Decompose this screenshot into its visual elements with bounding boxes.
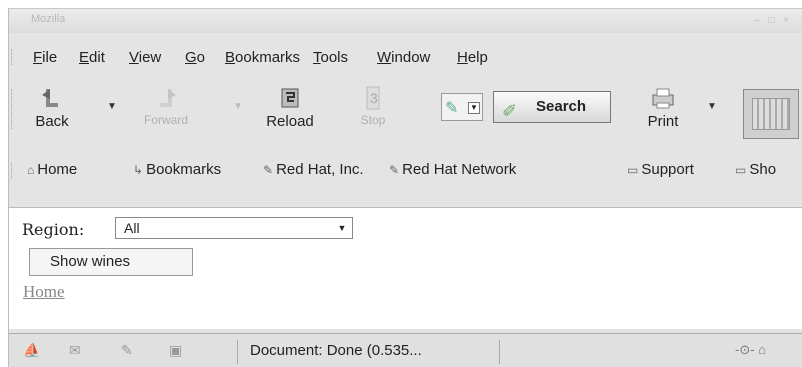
search-engine-selector[interactable]: ✎ ▼ [441, 93, 483, 121]
menu-window[interactable]: Window [377, 49, 430, 66]
pb-redhat-inc[interactable]: ✎ Red Hat, Inc. [263, 161, 364, 178]
composer-icon[interactable]: ✎ [121, 342, 133, 359]
menu-go[interactable]: Go [185, 49, 205, 66]
bookmarks-icon: ↳ [133, 163, 144, 177]
page-content: Region: All ▼ Show wines Home [9, 207, 802, 329]
status-bar: ⛵ ✉ ✎ ▣ Document: Done (0.535... -⊙- ⌂ [9, 333, 802, 367]
menu-bookmarks[interactable]: Bookmarks [225, 49, 300, 66]
pb-sho[interactable]: ▭ Sho [735, 161, 776, 178]
chevron-down-icon: ▼ [468, 102, 480, 114]
navigation-toolbar: Back ▼ Forward ▼ Reload 3 Stop ✎ ▼ ✐ Sea… [9, 75, 802, 155]
reload-icon [281, 88, 299, 108]
stop-icon: 3 [366, 86, 380, 110]
search-engine-icon: ✎ [445, 100, 459, 117]
search-icon: ✐ [502, 101, 518, 121]
progress-meter [499, 340, 719, 364]
back-button[interactable]: Back [29, 85, 75, 130]
link-icon: ✎ [263, 163, 274, 177]
window-controls[interactable]: – □ × [754, 15, 792, 26]
menu-file[interactable]: File [33, 49, 57, 66]
menu-bar: File Edit View Go Bookmarks Tools Window… [9, 45, 802, 71]
print-button[interactable]: Print [639, 85, 687, 130]
window-title: Mozilla [31, 13, 66, 25]
chevron-down-icon: ▼ [337, 223, 347, 233]
mozilla-logo-icon [752, 98, 790, 130]
pb-home[interactable]: ⌂ Home [27, 161, 77, 178]
navigator-icon[interactable]: ⛵ [23, 342, 40, 359]
forward-arrow-icon [160, 89, 176, 107]
toolbar-grip[interactable] [11, 49, 14, 65]
address-book-icon[interactable]: ▣ [169, 342, 182, 359]
throbber-logo[interactable] [743, 89, 799, 139]
search-button[interactable]: ✐ Search [493, 91, 611, 123]
printer-icon [652, 88, 674, 109]
pb-redhat-network[interactable]: ✎ Red Hat Network [389, 161, 516, 178]
toolbar-grip[interactable] [11, 89, 14, 129]
link-icon: ✎ [389, 163, 400, 177]
region-label: Region: [22, 220, 85, 239]
menu-help[interactable]: Help [457, 49, 488, 66]
title-bar: Mozilla – □ × [9, 9, 802, 33]
region-selected-value: All [124, 220, 140, 236]
personal-toolbar: ⌂ Home ↳ Bookmarks ✎ Red Hat, Inc. ✎ Red Hat… [9, 157, 802, 185]
menu-tools[interactable]: Tools [313, 49, 348, 66]
svg-text:3: 3 [370, 90, 378, 106]
folder-icon: ▭ [735, 163, 747, 177]
home-link[interactable]: Home [23, 282, 65, 302]
forward-dropdown-icon[interactable]: ▼ [233, 101, 243, 112]
back-dropdown-icon[interactable]: ▼ [107, 101, 117, 112]
toolbar-grip[interactable] [11, 163, 14, 179]
show-wines-button[interactable]: Show wines [29, 248, 193, 276]
browser-window: Mozilla – □ × File Edit View Go Bookmark… [8, 8, 802, 367]
pb-support[interactable]: ▭ Support [627, 161, 694, 178]
menu-edit[interactable]: Edit [79, 49, 105, 66]
online-status-icon[interactable]: -⊙- ⌂ [735, 342, 766, 358]
mail-icon[interactable]: ✉ [69, 342, 81, 359]
back-arrow-icon [42, 89, 58, 107]
print-dropdown-icon[interactable]: ▼ [707, 101, 717, 112]
pb-bookmarks[interactable]: ↳ Bookmarks [133, 161, 221, 178]
home-icon: ⌂ [27, 163, 35, 177]
forward-button[interactable]: Forward [131, 85, 201, 127]
region-select[interactable]: All ▼ [115, 217, 353, 239]
status-text: Document: Done (0.535... [237, 340, 497, 364]
reload-button[interactable]: Reload [255, 85, 325, 130]
folder-icon: ▭ [627, 163, 639, 177]
stop-button[interactable]: 3 Stop [349, 85, 397, 127]
menu-view[interactable]: View [129, 49, 161, 66]
